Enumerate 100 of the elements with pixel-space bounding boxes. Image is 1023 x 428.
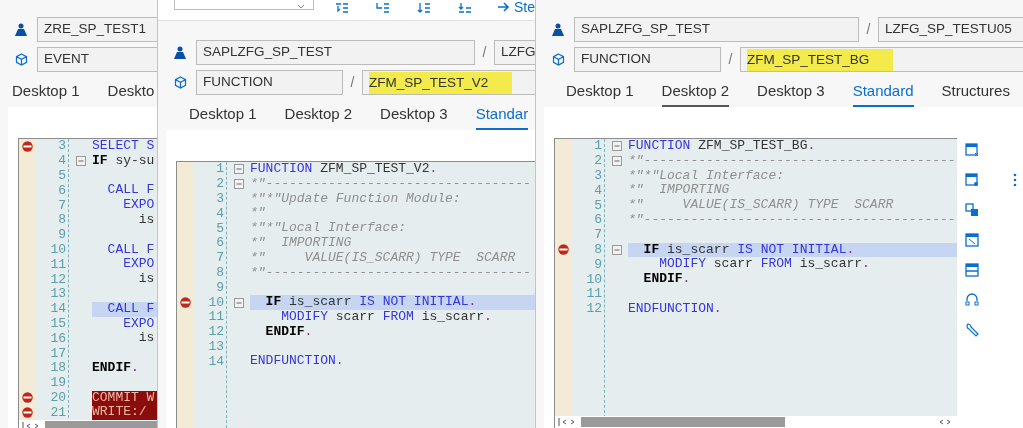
copy-icon[interactable] xyxy=(964,202,980,218)
line-number: 8 xyxy=(58,213,66,228)
resize-icon[interactable] xyxy=(964,232,980,248)
line-number: 8 xyxy=(216,265,224,280)
line-number: 11 xyxy=(208,310,224,325)
line-number: 7 xyxy=(594,228,602,243)
line-number: 2 xyxy=(594,154,602,169)
cube-icon xyxy=(552,53,565,66)
window-close-icon[interactable] xyxy=(964,142,980,158)
tab[interactable]: Desktop 2 xyxy=(284,100,353,130)
input-field[interactable]: ZFM_SP_TEST_BG xyxy=(740,47,1023,72)
input-field[interactable]: LZFG xyxy=(494,40,535,65)
tab[interactable]: Desktop 3 xyxy=(757,77,825,107)
collapse-icon[interactable] xyxy=(233,179,244,190)
collapse-icon[interactable] xyxy=(611,156,622,167)
code-line: *"---------------------------------------- xyxy=(628,153,957,169)
line-number: 14 xyxy=(208,354,224,369)
code-line: EXPO xyxy=(122,257,156,273)
input-field[interactable]: ZRE_SP_TEST1 xyxy=(37,17,157,42)
line-number: 12 xyxy=(50,272,66,287)
input-field[interactable]: EVENT xyxy=(37,47,157,72)
code-line: EXPO xyxy=(122,316,156,332)
scroll-thumb[interactable] xyxy=(45,421,157,428)
tab[interactable]: Desktop 1 xyxy=(566,77,634,107)
line-number: 3 xyxy=(58,139,66,154)
path-separator: / xyxy=(481,43,488,62)
code-line: ENDIF. xyxy=(92,360,140,376)
stop-icon[interactable] xyxy=(180,297,191,309)
tab[interactable]: Desktop 3 xyxy=(380,100,448,130)
code-line: *"---------------------------------- xyxy=(250,176,532,192)
person-icon xyxy=(552,23,564,36)
line-number: 5 xyxy=(216,221,224,236)
line-number: 5 xyxy=(58,169,66,183)
input-field[interactable]: SAPLZFG_SP_TEST xyxy=(196,40,475,65)
horizontal-scrollbar[interactable] xyxy=(555,416,957,428)
input-field[interactable]: LZFG_SP_TESTU05 xyxy=(878,17,1023,42)
indent-icon[interactable] xyxy=(456,1,473,15)
line-number: 6 xyxy=(58,183,66,198)
scroll-thumb[interactable] xyxy=(581,417,785,427)
collapse-icon[interactable] xyxy=(611,244,622,255)
stop-icon[interactable] xyxy=(22,140,33,152)
collapse-icon[interactable] xyxy=(233,164,244,175)
more-icon[interactable] xyxy=(1013,173,1017,187)
layout-icon[interactable] xyxy=(964,262,980,278)
wrench-icon[interactable] xyxy=(964,322,980,338)
code-line: *"*"Local Interface: xyxy=(250,221,408,236)
input-field[interactable]: FUNCTION xyxy=(574,47,721,72)
code-line: *"*"Local Interface: xyxy=(628,168,786,184)
line-number: 10 xyxy=(208,295,224,310)
stop-icon[interactable] xyxy=(22,407,33,419)
code-line: CALL F xyxy=(106,242,156,258)
line-number: 13 xyxy=(50,287,66,302)
line-number: 9 xyxy=(594,257,602,272)
collapse-icon[interactable] xyxy=(233,297,244,308)
input-field[interactable]: ZFM_SP_TEST_V2 xyxy=(362,70,535,95)
stop-icon[interactable] xyxy=(22,392,33,404)
headset-icon[interactable] xyxy=(964,292,980,308)
collapse-icon[interactable] xyxy=(611,141,622,152)
code-line: *"---------------------------------------- xyxy=(628,213,957,228)
code-line: ENDFUNCTION. xyxy=(628,301,723,317)
collapse-icon[interactable] xyxy=(75,156,86,167)
line-number: 9 xyxy=(58,228,66,243)
line-number: 4 xyxy=(58,154,66,169)
line-number: 20 xyxy=(50,390,66,405)
person-icon xyxy=(15,23,27,36)
input-field[interactable]: SAPLZFG_SP_TEST xyxy=(574,17,859,42)
tab[interactable]: Desktop 1 xyxy=(189,100,257,130)
line-number: 16 xyxy=(50,331,66,346)
code-line: FUNCTION ZFM_SP_TEST_V2. xyxy=(250,162,439,177)
line-number: 11 xyxy=(586,287,602,302)
code-line: CALL F xyxy=(106,183,156,199)
dropdown-field[interactable] xyxy=(174,0,314,10)
tab[interactable]: Structures xyxy=(941,77,1010,107)
path-separator: / xyxy=(349,73,356,92)
step-button[interactable]: Ste xyxy=(497,0,535,14)
line-number: 14 xyxy=(50,302,66,317)
stop-icon[interactable] xyxy=(558,244,569,256)
cube-icon xyxy=(15,53,28,66)
code-line: SELECT S xyxy=(92,139,156,154)
line-number: 4 xyxy=(594,183,602,198)
line-number: 6 xyxy=(594,213,602,228)
indent-icon[interactable] xyxy=(334,1,351,15)
line-number: 1 xyxy=(594,139,602,154)
line-number: 2 xyxy=(216,177,224,192)
line-number: 21 xyxy=(50,405,66,420)
code-line: IF sy-su xyxy=(92,153,156,169)
cube-icon xyxy=(174,76,187,89)
code-line: *" IMPORTING xyxy=(250,236,353,251)
input-field[interactable]: FUNCTION xyxy=(196,70,343,95)
indent-icon[interactable] xyxy=(415,1,432,15)
code-line: *" IMPORTING xyxy=(628,183,731,199)
scroll-arrows-icon[interactable] xyxy=(937,417,953,427)
code-line: ENDFUNCTION. xyxy=(250,354,345,370)
line-number: 19 xyxy=(50,376,66,391)
caret-icon xyxy=(297,4,305,9)
tab[interactable]: Desktop 1 xyxy=(12,77,80,107)
code-line: is xyxy=(137,272,156,287)
code-line: MODIFY scarr FROM is_scarr. xyxy=(280,309,493,325)
tab[interactable]: Deskto xyxy=(107,77,155,107)
indent-icon[interactable] xyxy=(375,1,392,15)
